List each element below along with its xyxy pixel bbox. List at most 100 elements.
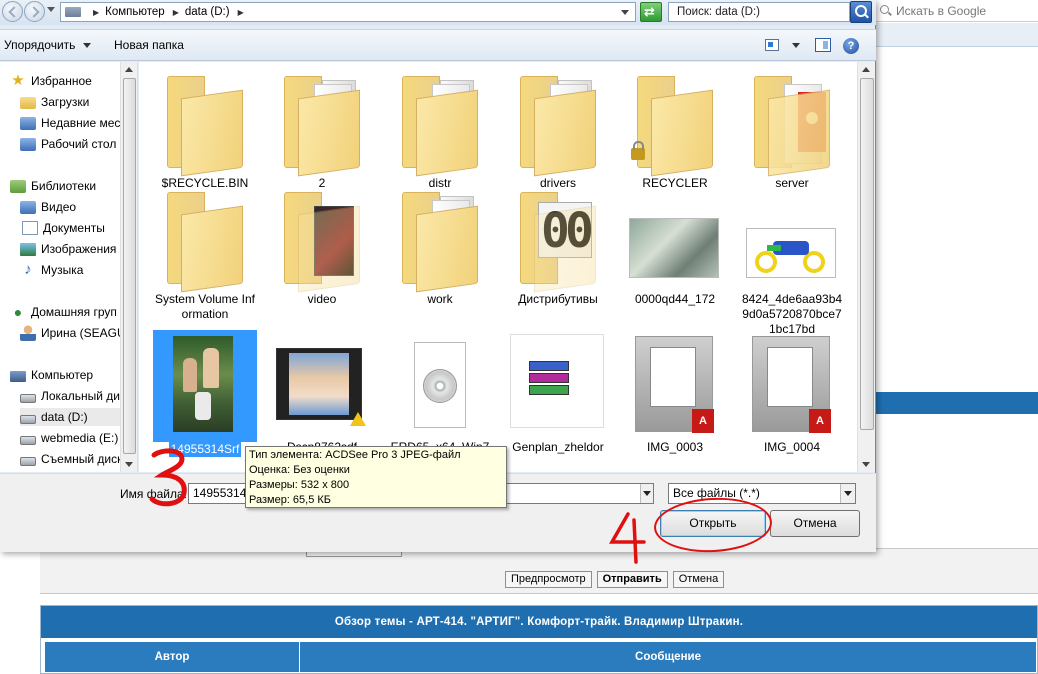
tooltip-rating: Оценка: Без оценки — [249, 464, 350, 476]
file-item[interactable]: drivers — [506, 66, 610, 191]
forward-button[interactable] — [24, 1, 45, 22]
search-button[interactable] — [850, 1, 872, 23]
search-icon — [880, 5, 892, 17]
file-item[interactable]: server — [740, 66, 844, 191]
submit-button[interactable]: Отправить — [596, 571, 668, 588]
file-item[interactable]: RECYCLER — [623, 66, 727, 191]
file-item[interactable]: Genplan_zheldor — [506, 330, 610, 455]
nav-computer[interactable]: Компьютер — [10, 366, 118, 384]
breadcrumb-computer[interactable]: Компьютер — [105, 6, 165, 18]
nav-scrollbar[interactable] — [120, 62, 137, 472]
file-name: IMG_0004 — [763, 440, 821, 454]
nav-label: Изображения — [41, 242, 117, 256]
folder-icon — [153, 182, 257, 294]
file-type-dropdown-icon[interactable] — [840, 484, 855, 503]
breadcrumb-arrow-icon[interactable]: ▶ — [93, 8, 99, 17]
image-thumbnail — [270, 330, 374, 442]
scroll-down-icon[interactable] — [125, 462, 133, 467]
address-bar[interactable]: ▶ Компьютер ▶ data (D:) ▶ — [60, 2, 636, 22]
nav-label: Загрузки — [41, 95, 90, 109]
scrollbar-thumb[interactable] — [860, 78, 874, 430]
view-dropdown-icon[interactable] — [792, 43, 800, 48]
nav-documents[interactable]: Документы — [20, 219, 120, 237]
google-search-field[interactable]: Искать в Google — [880, 1, 1038, 21]
nav-favorites[interactable]: ★ Избранное — [10, 72, 118, 90]
nav-video[interactable]: Видео — [20, 198, 120, 216]
cancel-button[interactable]: Отмена — [770, 510, 860, 537]
nav-label: Видео — [41, 200, 77, 214]
nav-pictures[interactable]: Изображения — [20, 240, 120, 258]
warning-icon — [350, 412, 366, 426]
organize-label: Упорядочить — [4, 38, 76, 52]
annotation-step-4 — [608, 512, 646, 564]
nav-local-disk[interactable]: Локальный ди — [20, 387, 120, 405]
nav-recent-places[interactable]: Недавние мест — [20, 114, 120, 132]
help-icon[interactable]: ? — [843, 38, 859, 54]
preview-button[interactable]: Предпросмотр — [505, 571, 592, 588]
folder-icon — [388, 66, 492, 178]
file-item[interactable]: distr — [388, 66, 492, 191]
nav-webmedia-drive[interactable]: webmedia (E:) — [20, 429, 120, 447]
scrollbar-thumb[interactable] — [123, 78, 136, 454]
file-item[interactable]: A IMG_0004 — [740, 330, 844, 455]
file-list-scrollbar[interactable] — [857, 62, 875, 472]
file-item[interactable]: 8424_4de6aa93b49d0a5720870bce71bc17bd — [740, 182, 844, 337]
scroll-down-icon[interactable] — [862, 462, 870, 467]
file-item[interactable]: 0000qd44_172 — [623, 182, 727, 307]
nav-label: Домашняя груп — [31, 305, 117, 319]
recent-locations-dropdown-icon[interactable] — [47, 7, 55, 12]
nav-removable-drive[interactable]: Съемный диск — [20, 450, 120, 468]
new-folder-button[interactable]: Новая папка — [114, 38, 184, 52]
nav-homegroup[interactable]: ● Домашняя груп — [10, 303, 118, 321]
filename-dropdown-icon[interactable] — [640, 484, 653, 503]
nav-music[interactable]: ♪ Музыка — [20, 261, 120, 279]
folder-icon — [740, 66, 844, 178]
lock-icon — [631, 141, 645, 160]
breadcrumb-drive[interactable]: data (D:) — [185, 6, 230, 18]
file-item[interactable]: A IMG_0003 — [623, 330, 727, 455]
user-icon — [20, 325, 36, 341]
file-item[interactable]: work — [388, 182, 492, 307]
nav-libraries[interactable]: Библиотеки — [10, 177, 118, 195]
file-list: $RECYCLE.BIN 2 distr drivers RECYCLER se… — [139, 62, 857, 472]
nav-data-drive[interactable]: data (D:) — [20, 408, 120, 426]
topic-title: Обзор темы - АРТ-414. "АРТИГ". Комфорт-т… — [41, 606, 1037, 638]
search-input[interactable]: Поиск: data (D:) — [668, 2, 850, 22]
command-bar: Упорядочить Новая папка ? — [0, 29, 876, 61]
chevron-down-icon — [83, 42, 92, 48]
breadcrumb-arrow-icon[interactable]: ▶ — [238, 8, 244, 17]
file-item[interactable]: System Volume Information — [153, 182, 257, 322]
locked-folder-icon — [623, 66, 727, 178]
address-dropdown-icon[interactable] — [621, 10, 629, 15]
file-name: 0000qd44_172 — [634, 292, 716, 306]
column-message: Сообщение — [300, 642, 1037, 672]
preview-pane-icon[interactable] — [815, 38, 831, 52]
navigation-pane: ★ Избранное Загрузки Недавние мест Рабоч… — [0, 62, 138, 472]
folder-icon — [270, 182, 374, 294]
nav-desktop[interactable]: Рабочий стол — [20, 135, 120, 153]
file-item-selected[interactable]: 14955314Srf — [153, 330, 257, 457]
organize-button[interactable]: Упорядочить — [4, 38, 92, 52]
file-item[interactable]: video — [270, 182, 374, 307]
back-button[interactable] — [2, 1, 23, 22]
refresh-button[interactable] — [640, 2, 662, 22]
file-item[interactable]: 00 Дистрибутивы — [506, 182, 610, 307]
file-item[interactable]: 2 — [270, 66, 374, 191]
change-view-icon[interactable] — [765, 39, 779, 51]
tooltip-dimensions: Размеры: 532 x 800 — [249, 479, 350, 491]
file-item[interactable]: $RECYCLE.BIN — [153, 66, 257, 191]
scroll-up-icon[interactable] — [125, 67, 133, 72]
nav-downloads[interactable]: Загрузки — [20, 93, 120, 111]
pdf-thumbnail: A — [740, 330, 844, 442]
nav-label: Недавние мест — [41, 116, 120, 130]
scroll-up-icon[interactable] — [862, 67, 870, 72]
desktop-icon — [20, 138, 36, 151]
file-item[interactable]: Dscn8762sdf — [270, 330, 374, 455]
nav-user[interactable]: Ирина (SEAGU — [20, 324, 120, 342]
file-name: work — [427, 292, 453, 306]
cancel-post-button[interactable]: Отмена — [672, 571, 725, 588]
folder-icon: 00 — [506, 182, 610, 294]
page-left-margin — [0, 548, 40, 674]
annotation-step-3 — [149, 448, 187, 507]
breadcrumb-arrow-icon[interactable]: ▶ — [173, 8, 179, 17]
